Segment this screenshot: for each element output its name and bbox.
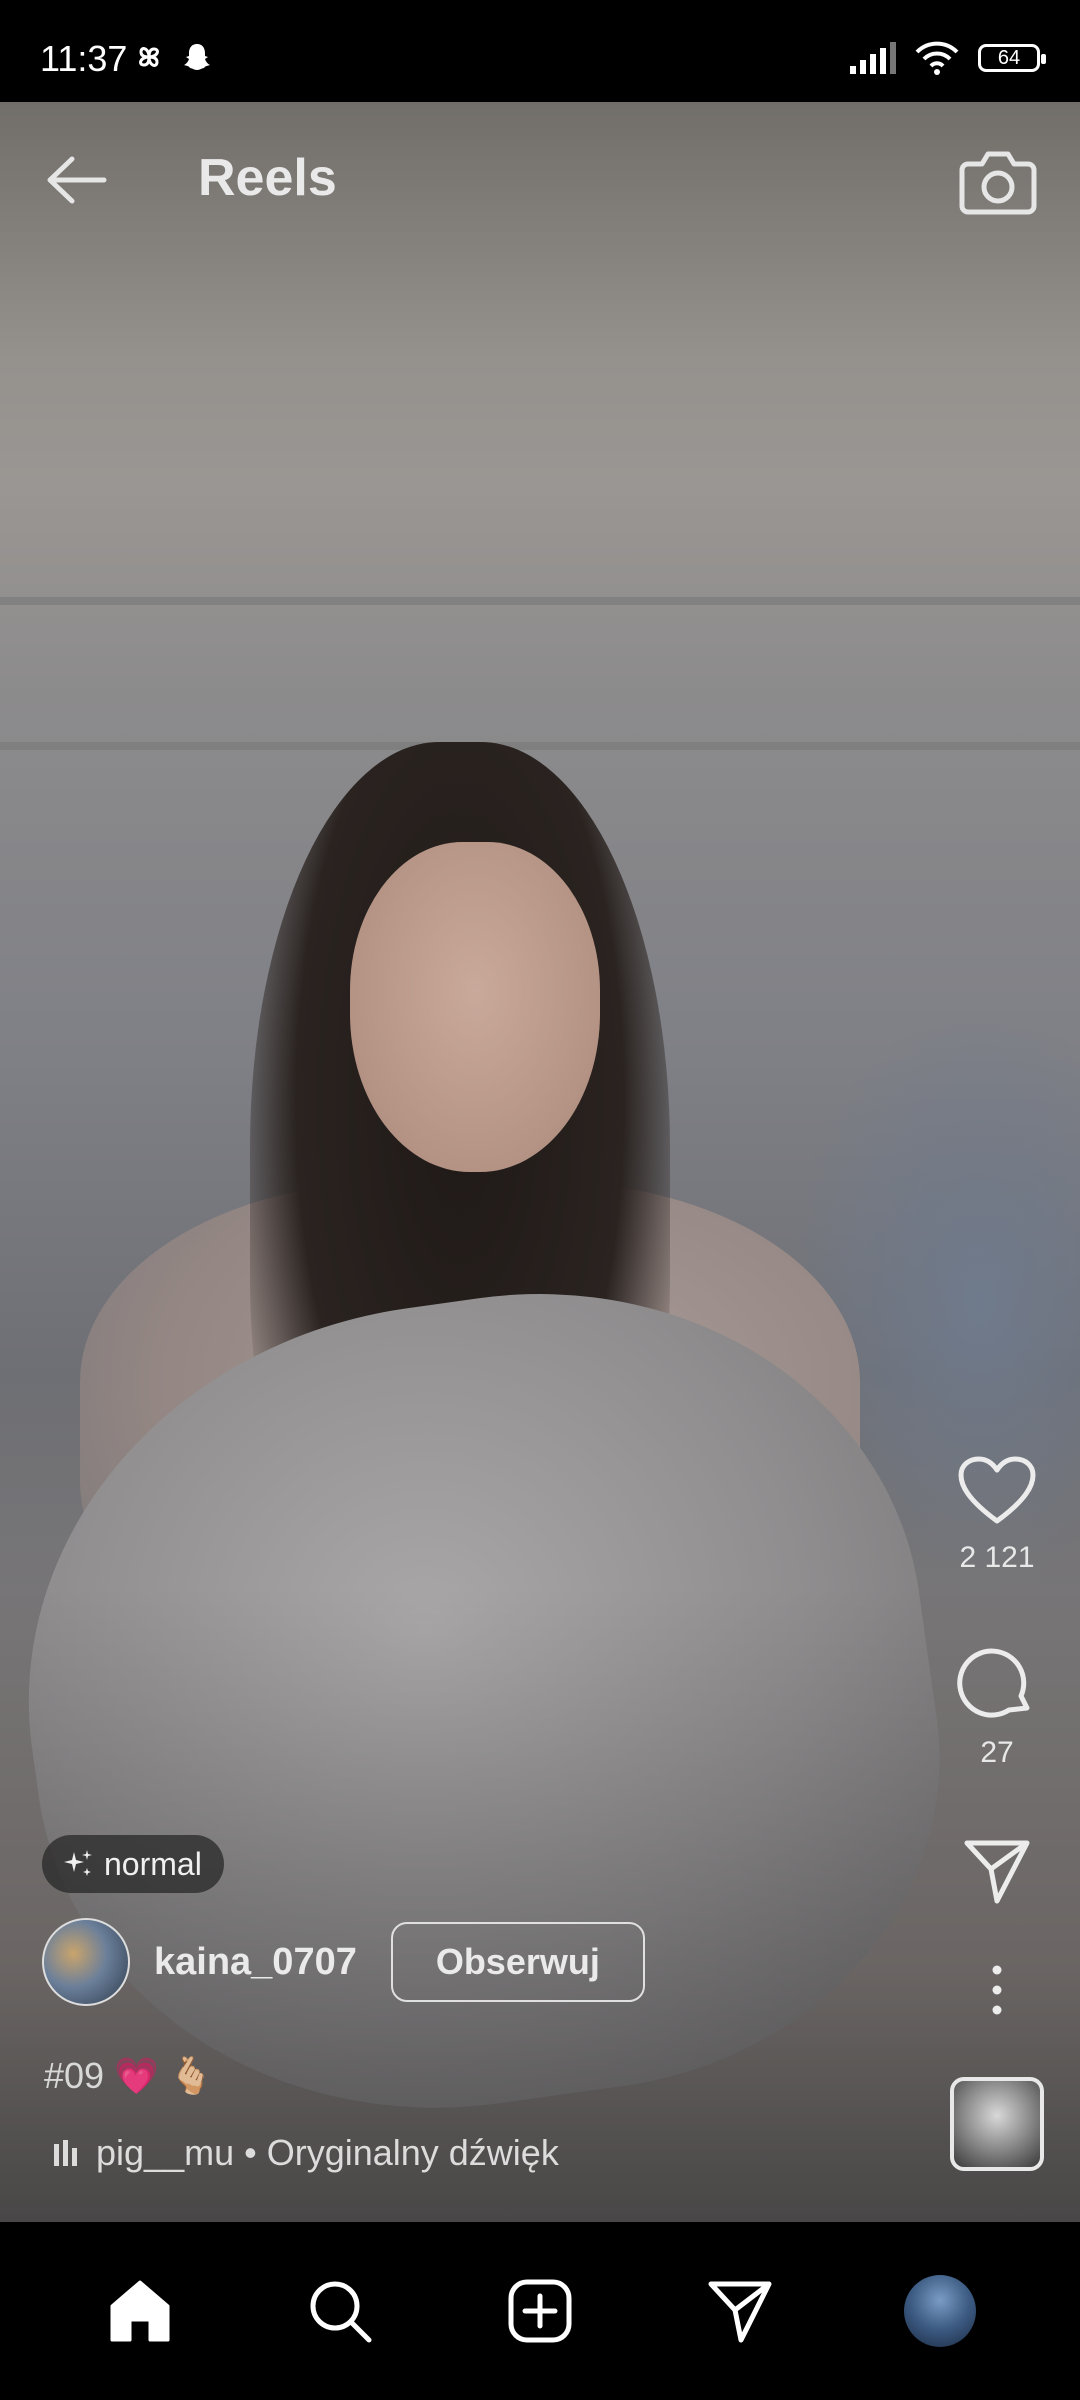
like-action[interactable]: 2 121 [937, 1455, 1057, 1575]
search-icon [310, 2281, 372, 2343]
heart-icon[interactable] [957, 1455, 1037, 1527]
audio-bars-icon [54, 2140, 77, 2166]
caption-emoji: 🫰🏼 [168, 2055, 214, 2096]
reel-video[interactable] [0, 102, 1080, 2222]
status-bar: 11:37 64 [0, 0, 1080, 102]
bottom-nav [0, 2222, 1080, 2400]
nav-direct[interactable] [700, 2271, 780, 2351]
video-detail [80, 1182, 860, 1682]
video-detail [250, 742, 670, 1642]
direct-icon [708, 2281, 772, 2343]
send-icon[interactable] [961, 1835, 1033, 1907]
home-icon [110, 2280, 170, 2342]
more-vertical-icon[interactable] [987, 1960, 1007, 2020]
share-action[interactable] [937, 1835, 1057, 1907]
back-button[interactable] [42, 145, 112, 215]
caption-emoji: 💗 [114, 2055, 159, 2096]
camera-icon [959, 151, 1037, 215]
nav-create[interactable] [500, 2271, 580, 2351]
signal-icon [850, 42, 896, 74]
comment-icon[interactable] [957, 1642, 1037, 1722]
author-username[interactable]: kaina_0707 [154, 1941, 357, 1984]
status-right-icons: 64 [848, 40, 1046, 76]
comment-action[interactable]: 27 [937, 1642, 1057, 1770]
video-detail [350, 842, 600, 1172]
like-count: 2 121 [959, 1541, 1035, 1574]
snapchat-icon [184, 44, 210, 70]
status-time: 11:37 [40, 38, 128, 79]
nav-profile[interactable] [900, 2271, 980, 2351]
sparkle-icon [64, 1850, 92, 1876]
video-detail [0, 742, 1080, 750]
author-row: kaina_0707 Obserwuj [42, 1918, 645, 2006]
video-detail [0, 1243, 982, 2161]
create-icon [508, 2279, 572, 2343]
author-avatar[interactable] [42, 1918, 130, 2006]
comment-count: 27 [980, 1736, 1014, 1769]
caption[interactable]: #09 💗 🫰🏼 [44, 2055, 214, 2097]
nav-search[interactable] [300, 2271, 380, 2351]
camera-button[interactable] [958, 142, 1038, 218]
battery-level: 64 [997, 46, 1021, 69]
page-title: Reels [198, 149, 337, 207]
video-detail [0, 597, 1080, 605]
profile-avatar [904, 2275, 976, 2347]
caption-text: #09 [44, 2055, 105, 2096]
effect-pill[interactable]: normal [42, 1835, 224, 1893]
wifi-icon [915, 41, 959, 75]
audio-attribution[interactable]: pig__mu • Oryginalny dźwięk [52, 2132, 559, 2174]
pinwheel-icon [139, 47, 159, 67]
nav-home[interactable] [100, 2271, 180, 2351]
effect-label: normal [104, 1845, 202, 1882]
audio-text: pig__mu • Oryginalny dźwięk [96, 2132, 559, 2173]
battery-icon: 64 [978, 44, 1046, 72]
follow-button[interactable]: Obserwuj [390, 1922, 645, 2002]
arrow-left-icon [47, 156, 107, 204]
more-options[interactable] [937, 1960, 1057, 2020]
status-left-icons [132, 40, 214, 74]
audio-thumbnail[interactable] [950, 2077, 1044, 2171]
